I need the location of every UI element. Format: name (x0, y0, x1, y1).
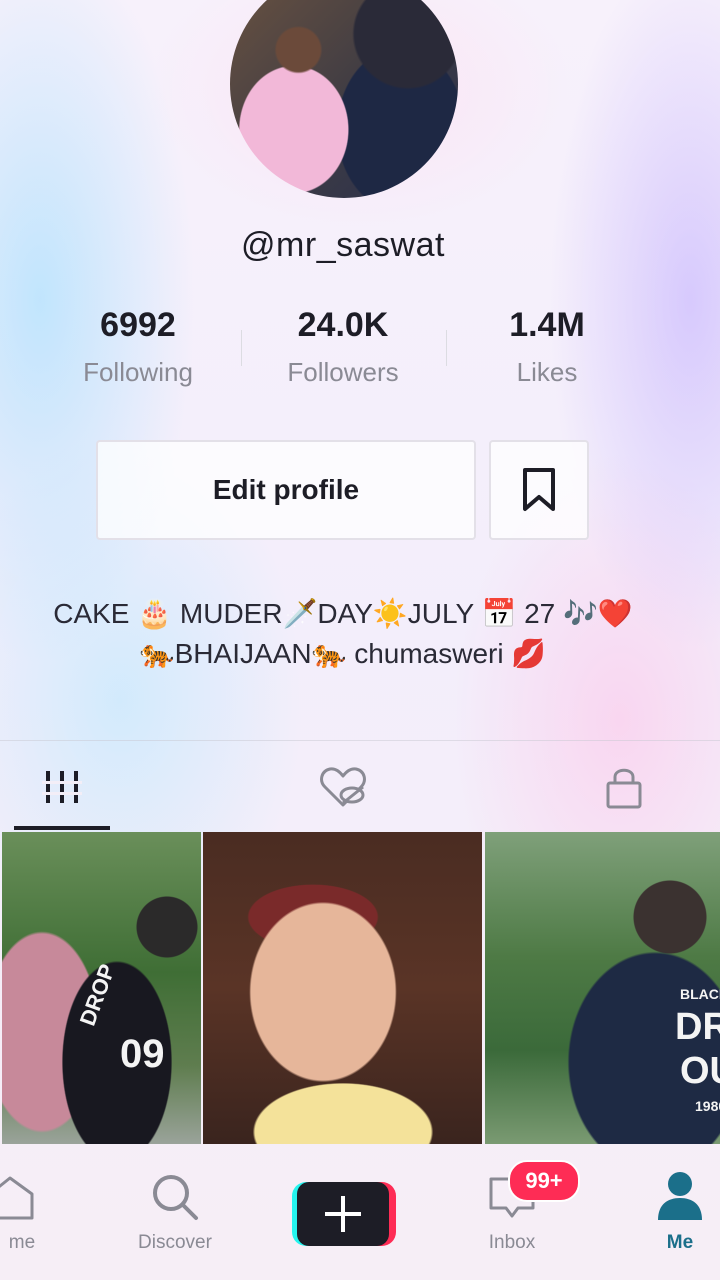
inbox-badge: 99+ (508, 1160, 580, 1202)
jersey-text: DROP (675, 1006, 720, 1048)
home-icon (0, 1176, 34, 1220)
likes-label: Likes (516, 357, 578, 387)
nav-me[interactable]: Me (640, 1144, 720, 1280)
bottom-navbar: me Discover Inbox Me (0, 1144, 720, 1280)
bookmark-button[interactable] (489, 440, 589, 540)
video-thumbnail[interactable]: DROP 09 (2, 832, 201, 1144)
stat-divider (446, 330, 447, 366)
search-icon (153, 1175, 198, 1220)
liked-hidden-icon (320, 767, 366, 807)
content-tabs (0, 740, 720, 833)
nav-discover[interactable]: Discover (126, 1144, 224, 1280)
tab-private[interactable] (576, 741, 672, 833)
bookmark-icon (523, 468, 555, 511)
private-lock-icon (606, 768, 642, 809)
stat-following[interactable]: 6992 Following (38, 306, 238, 388)
likes-count: 1.4M (509, 306, 585, 344)
video-thumbnail[interactable]: BLACK DROP OUT 1980 (485, 832, 720, 1144)
profile-icon (658, 1172, 702, 1220)
following-count: 6992 (100, 306, 176, 344)
video-grid: DROP 09 BLACK DROP OUT 1980 (0, 832, 720, 1144)
stat-followers[interactable]: 24.0K Followers (243, 306, 443, 388)
nav-home[interactable]: me (0, 1144, 44, 1280)
edit-profile-button[interactable]: Edit profile (96, 440, 476, 540)
stats-row: 6992 Following 24.0K Followers 1.4M Like… (0, 306, 686, 406)
jersey-number: 09 (120, 1032, 165, 1076)
username: @mr_saswat (241, 226, 445, 264)
tab-videos[interactable] (14, 741, 110, 833)
tab-liked[interactable] (296, 741, 392, 833)
bio-line: 🐅BHAIJAAN🐅 chumasweri 💋 (139, 638, 547, 669)
videos-grid-icon (42, 771, 82, 803)
bio-line: CAKE 🎂 MUDER🗡️DAY☀️JULY 📅 27 🎶❤️ (53, 598, 633, 629)
nav-discover-label: Discover (138, 1232, 212, 1253)
jersey-text: DROP (74, 960, 120, 1029)
jersey-text: OUT (680, 1050, 720, 1092)
active-tab-indicator (14, 826, 110, 830)
stat-likes[interactable]: 1.4M Likes (447, 306, 647, 388)
nav-create[interactable] (290, 1144, 400, 1280)
jersey-badge-text: BLACK (680, 986, 720, 1002)
create-plus-icon (292, 1182, 396, 1246)
followers-count: 24.0K (297, 306, 389, 344)
followers-label: Followers (287, 357, 399, 387)
bio: CAKE 🎂 MUDER🗡️DAY☀️JULY 📅 27 🎶❤️ 🐅BHAIJA… (0, 594, 686, 674)
nav-me-label: Me (666, 1232, 694, 1253)
nav-home-label: me (8, 1232, 36, 1253)
nav-inbox-label: Inbox (488, 1232, 536, 1253)
stat-divider (241, 330, 242, 366)
video-thumbnail[interactable] (203, 832, 482, 1144)
jersey-number: 1980 (695, 1098, 720, 1114)
following-label: Following (83, 357, 193, 387)
